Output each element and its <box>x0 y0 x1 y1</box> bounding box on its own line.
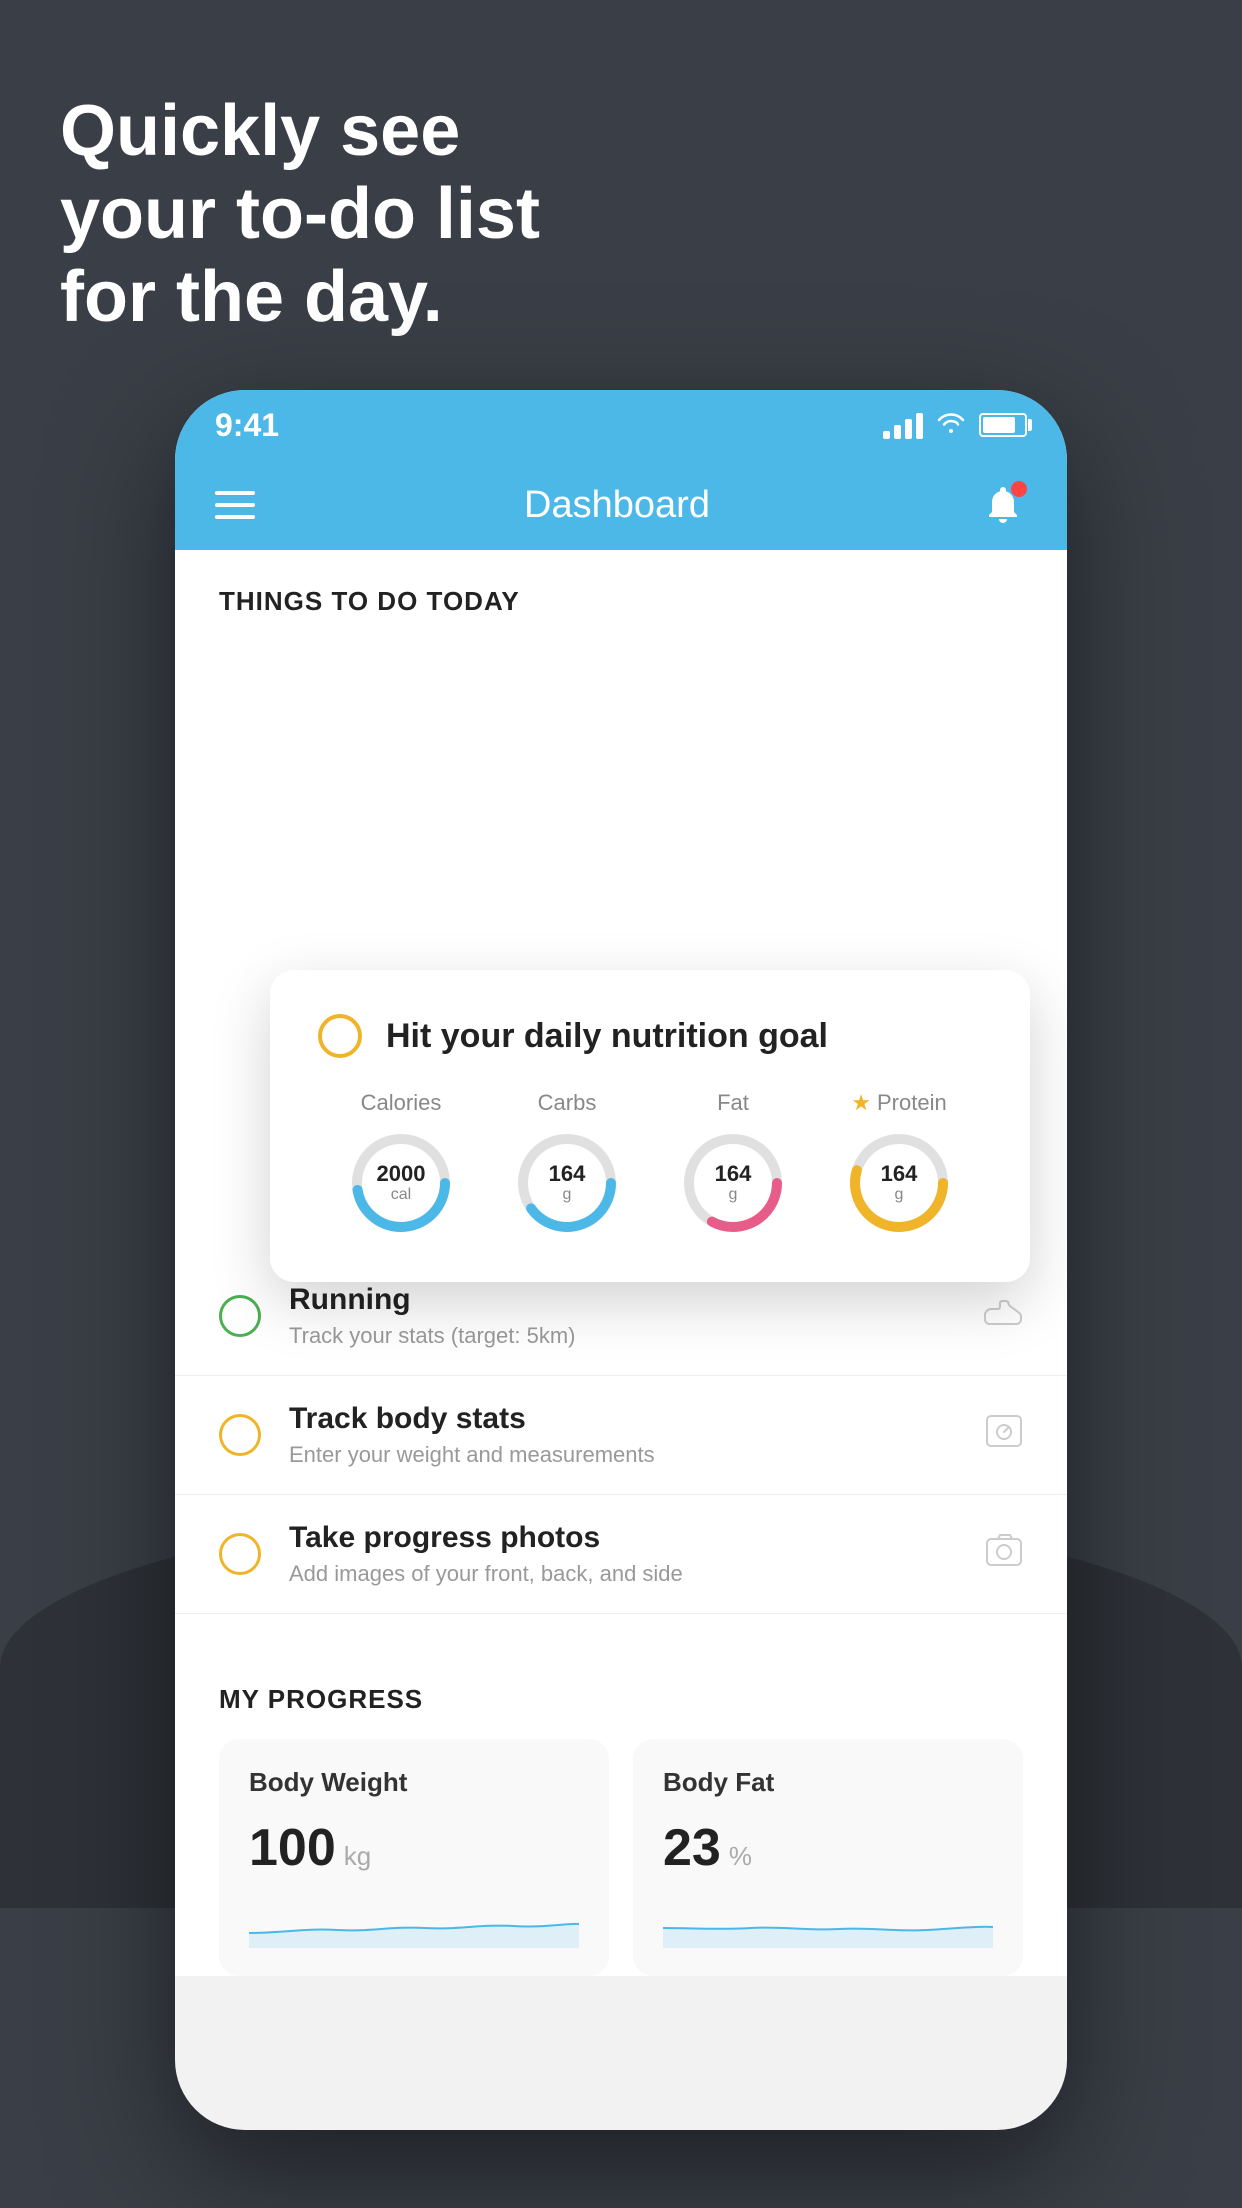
carbs-label: Carbs <box>538 1090 597 1116</box>
status-time: 9:41 <box>215 407 279 444</box>
things-to-do-header: THINGS TO DO TODAY <box>175 550 1067 637</box>
carbs-unit: g <box>549 1186 586 1204</box>
phone-mockup: 9:41 Dashboard <box>175 390 1067 2130</box>
todo-text-photos: Take progress photos Add images of your … <box>289 1521 957 1587</box>
calories-unit: cal <box>377 1186 426 1204</box>
todo-text-running: Running Track your stats (target: 5km) <box>289 1283 955 1349</box>
todo-item-photos[interactable]: Take progress photos Add images of your … <box>175 1495 1067 1614</box>
calories-value: 2000 <box>377 1162 426 1186</box>
protein-donut: 164 g <box>844 1128 954 1238</box>
card-title-row: Hit your daily nutrition goal <box>318 1014 982 1058</box>
scale-icon <box>985 1414 1023 1457</box>
body-weight-value-row: 100 kg <box>249 1818 579 1878</box>
todo-subtitle-photos: Add images of your front, back, and side <box>289 1561 957 1587</box>
body-weight-title: Body Weight <box>249 1767 579 1798</box>
nutrition-floating-card: Hit your daily nutrition goal Calories 2… <box>270 970 1030 1282</box>
todo-title-photos: Take progress photos <box>289 1521 957 1555</box>
nav-title: Dashboard <box>524 484 710 527</box>
body-fat-value: 23 <box>663 1818 721 1878</box>
progress-cards: Body Weight 100 kg Body Fat <box>219 1739 1023 1976</box>
app-headline: Quickly see your to-do list for the day. <box>60 90 540 338</box>
todo-list: Running Track your stats (target: 5km) T… <box>175 1257 1067 1614</box>
body-fat-title: Body Fat <box>663 1767 993 1798</box>
fat-unit: g <box>715 1186 752 1204</box>
body-fat-unit: % <box>729 1841 752 1872</box>
star-icon: ★ <box>851 1090 871 1116</box>
notification-bell-icon[interactable] <box>979 481 1027 529</box>
body-fat-chart <box>663 1898 993 1948</box>
calories-donut: 2000 cal <box>346 1128 456 1238</box>
progress-card-fat: Body Fat 23 % <box>633 1739 1023 1976</box>
card-title: Hit your daily nutrition goal <box>386 1017 828 1056</box>
todo-title-running: Running <box>289 1283 955 1317</box>
todo-item-body-stats[interactable]: Track body stats Enter your weight and m… <box>175 1376 1067 1495</box>
status-bar: 9:41 <box>175 390 1067 460</box>
nutrition-carbs: Carbs 164 g <box>512 1090 622 1238</box>
todo-title-body-stats: Track body stats <box>289 1402 957 1436</box>
headline-line1: Quickly see <box>60 91 460 171</box>
protein-value: 164 <box>881 1162 918 1186</box>
body-weight-chart <box>249 1898 579 1948</box>
fat-donut: 164 g <box>678 1128 788 1238</box>
nav-bar: Dashboard <box>175 460 1067 550</box>
carbs-value: 164 <box>549 1162 586 1186</box>
card-check-circle <box>318 1014 362 1058</box>
todo-subtitle-running: Track your stats (target: 5km) <box>289 1323 955 1349</box>
todo-circle-photos <box>219 1533 261 1575</box>
body-fat-value-row: 23 % <box>663 1818 993 1878</box>
todo-subtitle-body-stats: Enter your weight and measurements <box>289 1442 957 1468</box>
headline-line2: your to-do list <box>60 174 540 254</box>
nutrition-calories: Calories 2000 cal <box>346 1090 456 1238</box>
body-weight-unit: kg <box>344 1841 371 1872</box>
calories-label: Calories <box>361 1090 442 1116</box>
progress-section: MY PROGRESS Body Weight 100 kg <box>175 1654 1067 1976</box>
wifi-icon <box>935 409 967 441</box>
progress-header: MY PROGRESS <box>219 1654 1023 1739</box>
protein-label: ★ Protein <box>851 1090 946 1116</box>
carbs-donut: 164 g <box>512 1128 622 1238</box>
notification-dot <box>1011 481 1027 497</box>
nutrition-fat: Fat 164 g <box>678 1090 788 1238</box>
headline-line3: for the day. <box>60 257 443 337</box>
hamburger-menu[interactable] <box>215 491 255 519</box>
progress-card-weight: Body Weight 100 kg <box>219 1739 609 1976</box>
todo-text-body-stats: Track body stats Enter your weight and m… <box>289 1402 957 1468</box>
shoe-icon <box>983 1297 1023 1336</box>
nutrition-protein: ★ Protein 164 g <box>844 1090 954 1238</box>
fat-value: 164 <box>715 1162 752 1186</box>
nutrition-circles: Calories 2000 cal Carbs <box>318 1090 982 1238</box>
todo-circle-running <box>219 1295 261 1337</box>
status-icons <box>883 409 1027 441</box>
photo-icon <box>985 1533 1023 1576</box>
protein-unit: g <box>881 1186 918 1204</box>
body-weight-value: 100 <box>249 1818 336 1878</box>
todo-circle-body-stats <box>219 1414 261 1456</box>
battery-icon <box>979 413 1027 437</box>
signal-icon <box>883 411 923 439</box>
fat-label: Fat <box>717 1090 749 1116</box>
